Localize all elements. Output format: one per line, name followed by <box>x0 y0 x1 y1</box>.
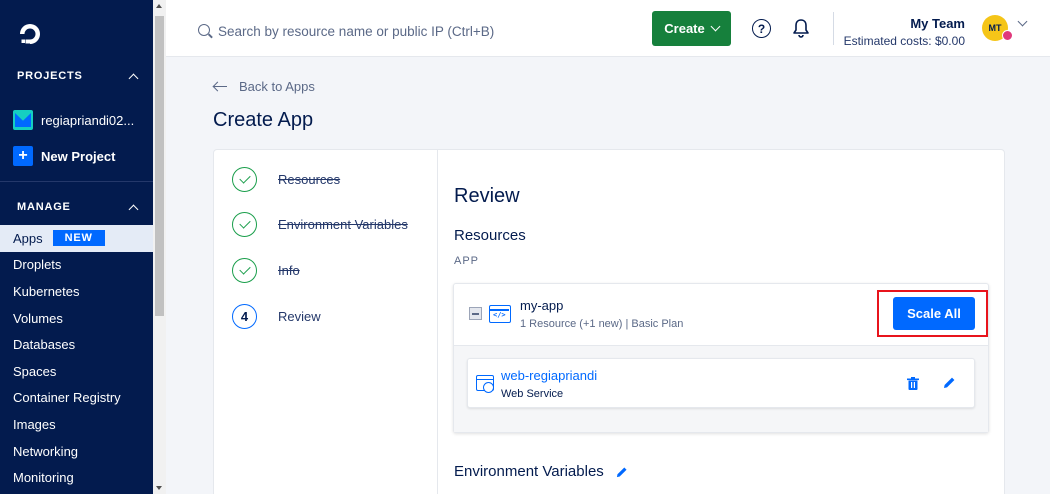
sidebar-item-kubernetes[interactable]: Kubernetes <box>0 278 153 305</box>
sidebar-item-apps[interactable]: Apps NEW <box>0 225 153 252</box>
sidebar-divider <box>0 181 153 182</box>
scrollbar-thumb[interactable] <box>155 16 164 316</box>
sidebar-item-label: Volumes <box>13 310 63 326</box>
plus-icon: + <box>13 146 33 166</box>
scroll-down-arrow-icon[interactable] <box>156 486 162 490</box>
sidebar-item-label: Databases <box>13 337 76 353</box>
sidebar-item-label: Spaces <box>13 363 57 379</box>
manage-heading[interactable]: MANAGE <box>0 197 153 217</box>
step-label: Resources <box>278 172 341 187</box>
app-resource-box: </> my-app 1 Resource (+1 new) | Basic P… <box>453 283 989 433</box>
step-number: 4 <box>232 304 257 329</box>
app-meta: 1 Resource (+1 new) | Basic Plan <box>520 318 684 330</box>
sidebar: PROJECTS regiapriandi02... + New Project… <box>0 0 153 494</box>
env-heading-label: Environment Variables <box>454 463 604 480</box>
step-complete-icon <box>232 258 257 283</box>
service-card: web-regiapriandi Web Service <box>467 358 975 408</box>
sidebar-item-droplets[interactable]: Droplets <box>0 252 153 279</box>
sidebar-project-item[interactable]: regiapriandi02... <box>0 108 153 132</box>
search-icon <box>198 24 210 36</box>
chevron-up-icon <box>128 204 139 214</box>
manage-section: MANAGE Apps NEW Droplets Kubernetes Volu… <box>0 197 153 491</box>
sidebar-item-monitoring[interactable]: Monitoring <box>0 464 153 491</box>
service-name-link[interactable]: web-regiapriandi <box>501 368 597 383</box>
new-project-label: New Project <box>41 148 116 164</box>
sidebar-item-label: Apps <box>13 230 43 246</box>
back-to-apps-link[interactable]: Back to Apps <box>213 79 315 94</box>
sidebar-item-label: Container Registry <box>13 390 121 406</box>
back-link-label: Back to Apps <box>239 79 315 94</box>
check-icon <box>238 172 251 184</box>
step-label: Environment Variables <box>278 217 408 232</box>
step-label: Review <box>278 309 321 324</box>
page-title: Create App <box>213 109 314 131</box>
team-name[interactable]: My Team <box>848 16 965 31</box>
wizard-steps: Resources Environment Variables Info 4 R… <box>214 150 438 494</box>
scroll-up-arrow-icon[interactable] <box>156 4 162 8</box>
manage-heading-label: MANAGE <box>17 201 71 213</box>
bell-icon[interactable] <box>792 18 810 38</box>
environment-variables-heading: Environment Variables <box>454 463 628 480</box>
sidebar-item-label: Kubernetes <box>13 283 80 299</box>
app-section-label: APP <box>454 255 480 267</box>
help-icon[interactable]: ? <box>752 19 771 38</box>
code-app-icon: </> <box>489 305 511 323</box>
chevron-up-icon <box>128 73 139 83</box>
projects-section: PROJECTS regiapriandi02... + New Project <box>0 66 153 168</box>
review-heading: Review <box>454 185 520 207</box>
top-header: Create ? My Team Estimated costs: $0.00 … <box>166 0 1050 57</box>
app-name: my-app <box>520 298 564 313</box>
sidebar-item-label: Droplets <box>13 257 62 273</box>
manage-nav: Apps NEW Droplets Kubernetes Volumes Dat… <box>0 225 153 491</box>
step-resources[interactable]: Resources <box>232 167 340 192</box>
component-list: web-regiapriandi Web Service <box>454 345 988 432</box>
new-badge: NEW <box>52 230 105 247</box>
code-glyph: </> <box>493 311 506 319</box>
create-button-label: Create <box>664 21 705 36</box>
sidebar-item-volumes[interactable]: Volumes <box>0 305 153 332</box>
create-app-card: Resources Environment Variables Info 4 R… <box>213 149 1005 494</box>
resources-heading: Resources <box>454 227 526 244</box>
sidebar-item-databases[interactable]: Databases <box>0 331 153 358</box>
trash-icon[interactable] <box>907 377 919 390</box>
new-project-button[interactable]: + New Project <box>0 144 153 168</box>
project-name: regiapriandi02... <box>41 112 135 128</box>
arrow-left-icon <box>213 82 227 92</box>
avatar-status-icon <box>1002 30 1013 41</box>
create-button[interactable]: Create <box>652 11 731 46</box>
step-complete-icon <box>232 167 257 192</box>
sidebar-item-label: Monitoring <box>13 470 74 486</box>
step-environment-variables[interactable]: Environment Variables <box>232 212 408 237</box>
sidebar-item-images[interactable]: Images <box>0 411 153 438</box>
chevron-down-icon <box>710 21 721 32</box>
check-icon <box>238 263 251 275</box>
pencil-icon[interactable] <box>616 466 628 478</box>
step-info[interactable]: Info <box>232 258 300 283</box>
step-label: Info <box>278 263 300 278</box>
service-type: Web Service <box>501 388 564 400</box>
chevron-down-icon[interactable] <box>1017 16 1028 27</box>
sidebar-scrollbar[interactable] <box>153 0 166 494</box>
estimated-costs: Estimated costs: $0.00 <box>843 34 965 48</box>
sidebar-item-networking[interactable]: Networking <box>0 438 153 465</box>
sidebar-item-spaces[interactable]: Spaces <box>0 358 153 385</box>
pencil-icon[interactable] <box>943 376 956 389</box>
sidebar-item-label: Images <box>13 416 56 432</box>
search-input[interactable] <box>218 20 598 42</box>
scale-all-button[interactable]: Scale All <box>893 297 975 330</box>
projects-heading-label: PROJECTS <box>17 70 83 82</box>
projects-heading[interactable]: PROJECTS <box>0 66 153 86</box>
header-divider <box>833 12 834 45</box>
sidebar-item-label: Networking <box>13 443 79 459</box>
web-service-icon <box>476 375 494 393</box>
check-icon <box>238 217 251 229</box>
step-review[interactable]: 4 Review <box>232 304 321 329</box>
project-icon <box>13 110 33 130</box>
collapse-icon[interactable] <box>469 307 482 320</box>
digitalocean-logo-icon[interactable] <box>16 20 44 48</box>
step-complete-icon <box>232 212 257 237</box>
sidebar-item-container-registry[interactable]: Container Registry <box>0 385 153 412</box>
